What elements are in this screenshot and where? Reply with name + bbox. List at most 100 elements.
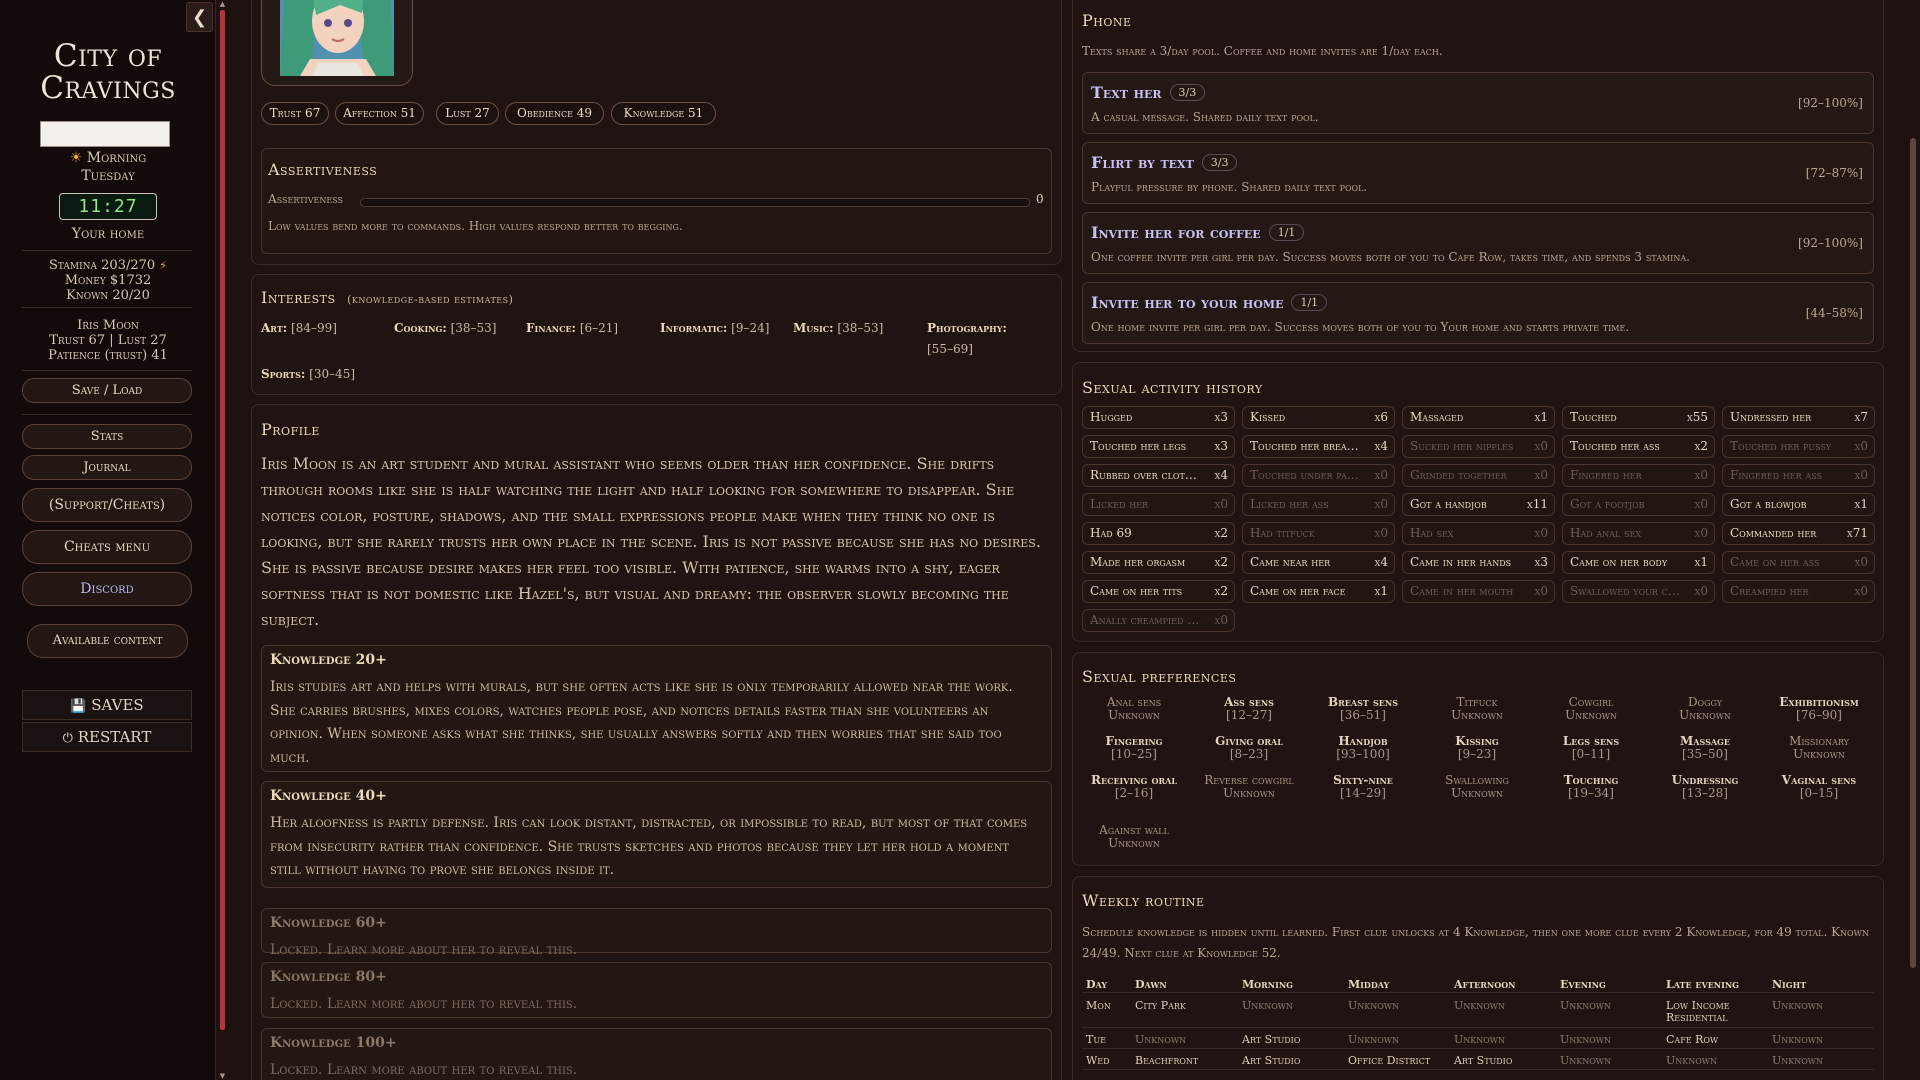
history-item-label: Rubbed over clothes: [1090, 468, 1202, 482]
routine-header-cell: Night: [1772, 978, 1807, 991]
knowledge-section: Knowledge 20+ Iris studies art and helps …: [261, 645, 1052, 772]
day-label: Tuesday: [81, 168, 135, 184]
routine-cell: Unknown: [1135, 1033, 1187, 1046]
history-item: Got a blowjob x1: [1722, 493, 1875, 516]
history-item: Had 69 x2: [1082, 522, 1235, 545]
discord-button[interactable]: Discord: [22, 572, 192, 606]
save-load-button[interactable]: Save / Load: [22, 378, 192, 403]
preference-item: Kissing [9–23]: [1420, 735, 1534, 761]
phone-action-card[interactable]: Invite her to your home 1/1 One home invit…: [1082, 282, 1874, 344]
history-item-count: x1: [1854, 497, 1868, 511]
stats-button[interactable]: Stats: [22, 424, 192, 449]
history-item-label: Had sex: [1410, 526, 1454, 540]
support-cheats-button[interactable]: (Support/Cheats): [22, 488, 192, 522]
history-item: Creampied her x0: [1722, 580, 1875, 603]
routine-cell: Unknown: [1242, 999, 1294, 1012]
preference-value: [2–16]: [1114, 786, 1154, 800]
phone-action-card[interactable]: Invite her for coffee 1/1 One coffee invit…: [1082, 212, 1874, 274]
sidebar-collapse-button[interactable]: ❮: [186, 2, 213, 32]
history-item-count: x6: [1374, 410, 1388, 424]
knowledge-section-text: Iris studies art and helps with murals, …: [270, 679, 1013, 766]
history-item-count: x55: [1687, 410, 1708, 424]
history-item: Touched under panties x0: [1242, 464, 1395, 487]
interests-title: Interests (knowledge-based estimates): [261, 288, 514, 307]
assertiveness-desc: Low values bend more to commands. High v…: [268, 219, 683, 233]
available-content-button[interactable]: Available content: [27, 624, 188, 658]
phone-action-desc: One coffee invite per girl per day. Succ…: [1091, 250, 1690, 264]
assertiveness-label: Assertiveness: [268, 192, 343, 206]
phone-action-title: Invite her to your home 1/1: [1091, 293, 1328, 312]
history-title: Sexual activity history: [1082, 378, 1263, 397]
history-item-count: x4: [1374, 555, 1388, 569]
preference-value: Unknown: [1108, 836, 1160, 850]
history-item-count: x2: [1694, 439, 1708, 453]
routine-cell: City Park: [1135, 999, 1186, 1012]
history-item-count: x0: [1694, 497, 1708, 511]
main-scrollbar[interactable]: [1906, 0, 1920, 1080]
routine-cell: Art Studio: [1454, 1054, 1513, 1067]
lust-stat-pill: Lust 27: [436, 102, 499, 125]
history-item-count: x0: [1214, 497, 1228, 511]
routine-cell: Unknown: [1772, 999, 1824, 1012]
scroll-up-icon[interactable]: ▲: [219, 0, 226, 8]
history-item: Had sex x0: [1402, 522, 1555, 545]
preference-item: Sixty-nine [14–29]: [1306, 774, 1420, 800]
knowledge-stat-pill: Knowledge 51: [611, 102, 716, 125]
history-item: Made her orgasm x2: [1082, 551, 1235, 574]
history-item-count: x2: [1214, 526, 1228, 540]
saves-button[interactable]: 💾 SAVES: [22, 690, 192, 720]
history-item-label: Fingered her: [1570, 468, 1642, 482]
history-item-count: x0: [1534, 439, 1548, 453]
interest-item: Informatic: [9–24]: [660, 321, 770, 335]
history-item-label: Made her orgasm: [1090, 555, 1186, 569]
scroll-down-icon[interactable]: ▼: [219, 1072, 226, 1080]
sidebar-scrollbar[interactable]: ▲ ▼: [219, 0, 226, 1080]
phone-action-card[interactable]: Text her 3/3 A casual message. Shared dail…: [1082, 72, 1874, 134]
knowledge-section: Knowledge 100+ Locked. Learn more about h…: [261, 1028, 1052, 1080]
cheats-menu-button[interactable]: Cheats menu: [22, 530, 192, 564]
routine-cell: Unknown: [1560, 999, 1612, 1012]
preference-value: [36–51]: [1340, 708, 1386, 722]
history-item-count: x0: [1534, 584, 1548, 598]
phone-title: Phone: [1082, 11, 1132, 30]
game-title-line1: City of: [53, 38, 163, 74]
history-item: Hugged x3: [1082, 406, 1235, 429]
phone-action-title: Invite her for coffee 1/1: [1091, 223, 1305, 242]
preference-value: Unknown: [1108, 708, 1160, 722]
phone-action-desc: Playful pressure by phone. Shared daily …: [1091, 180, 1368, 194]
routine-cell: Office District: [1348, 1054, 1431, 1067]
sidebar-scroll-thumb[interactable]: [220, 10, 225, 1030]
assertiveness-value: 0: [1036, 192, 1044, 206]
clock-display: 11:27: [59, 193, 157, 220]
history-item: Fingered her x0: [1562, 464, 1715, 487]
routine-row-divider: [1082, 992, 1874, 993]
history-item-count: x0: [1854, 584, 1868, 598]
restart-button[interactable]: ⏻ RESTART: [22, 722, 192, 752]
history-item: Touched her legs x3: [1082, 435, 1235, 458]
routine-cell: Unknown: [1348, 999, 1400, 1012]
player-name-input[interactable]: [40, 121, 170, 147]
preference-value: [19–34]: [1568, 786, 1614, 800]
history-item-count: x0: [1854, 468, 1868, 482]
routine-day-cell: Mon: [1086, 999, 1111, 1012]
history-item-label: Commanded her: [1730, 526, 1817, 540]
phone-action-count: 3/3: [1169, 84, 1206, 101]
preference-item: Anal sens Unknown: [1077, 696, 1191, 722]
preference-item: Giving oral [8–23]: [1192, 735, 1306, 761]
history-item: Had titfuck x0: [1242, 522, 1395, 545]
history-item-count: x0: [1854, 439, 1868, 453]
phone-action-card[interactable]: Flirt by text 3/3 Playful pressure by phon…: [1082, 142, 1874, 204]
history-item: Rubbed over clothes x4: [1082, 464, 1235, 487]
history-item-label: Touched her ass: [1570, 439, 1660, 453]
phone-action-title: Text her 3/3: [1091, 83, 1206, 102]
preference-item: Against wall Unknown: [1077, 824, 1191, 850]
knowledge-section-title: Knowledge 100+: [270, 1035, 397, 1051]
knowledge-section-title: Knowledge 60+: [270, 915, 387, 931]
history-item-label: Had titfuck: [1250, 526, 1315, 540]
history-item-label: Came near her: [1250, 555, 1331, 569]
history-item-label: Touched under panties: [1250, 468, 1362, 482]
history-item-count: x0: [1214, 613, 1228, 627]
main-scroll-thumb[interactable]: [1910, 138, 1916, 968]
journal-button[interactable]: Journal: [22, 455, 192, 480]
history-item: Swallowed your cum x0: [1562, 580, 1715, 603]
